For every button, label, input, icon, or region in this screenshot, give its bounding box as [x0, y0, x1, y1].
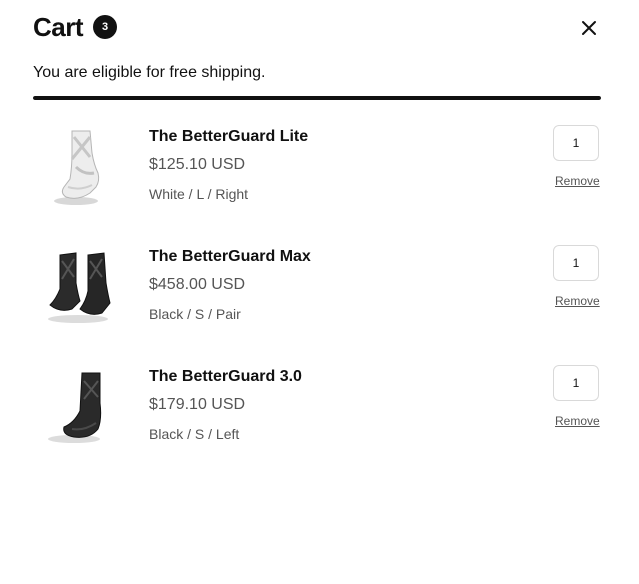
item-name[interactable]: The BetterGuard Lite [149, 128, 308, 146]
free-shipping-progress-bar [33, 96, 601, 100]
cart-header: Cart 3 [33, 12, 118, 42]
remove-link[interactable]: Remove [555, 294, 600, 308]
item-price: $458.00 USD [149, 276, 246, 293]
item-name[interactable]: The BetterGuard 3.0 [149, 368, 302, 386]
free-shipping-progress-fill [33, 96, 601, 100]
item-name[interactable]: The BetterGuard Max [149, 248, 311, 266]
cart-count-badge: 3 [93, 15, 118, 39]
close-icon[interactable] [578, 17, 600, 39]
white-ankle-brace-image[interactable] [38, 123, 128, 213]
item-price: $179.10 USD [149, 396, 246, 413]
black-ankle-brace-image[interactable] [38, 363, 128, 453]
cart-title: Cart [33, 12, 84, 42]
quantity-input[interactable] [553, 245, 599, 281]
cart-item: The BetterGuard 3.0 $179.10 USD Black / … [0, 363, 639, 463]
remove-link[interactable]: Remove [555, 174, 600, 188]
item-variant: White / L / Right [149, 186, 249, 202]
item-variant: Black / S / Left [149, 426, 240, 442]
cart-drawer: Cart 3 You are eligible for free shippin… [0, 0, 639, 584]
item-price: $125.10 USD [149, 156, 246, 173]
cart-item: The BetterGuard Max $458.00 USD Black / … [0, 243, 639, 343]
quantity-input[interactable] [553, 125, 599, 161]
cart-item: The BetterGuard Lite $125.10 USD White /… [0, 123, 639, 223]
item-variant: Black / S / Pair [149, 306, 241, 322]
free-shipping-message: You are eligible for free shipping. [33, 64, 266, 81]
remove-link[interactable]: Remove [555, 414, 600, 428]
quantity-input[interactable] [553, 365, 599, 401]
black-ankle-brace-pair-image[interactable] [38, 243, 128, 333]
